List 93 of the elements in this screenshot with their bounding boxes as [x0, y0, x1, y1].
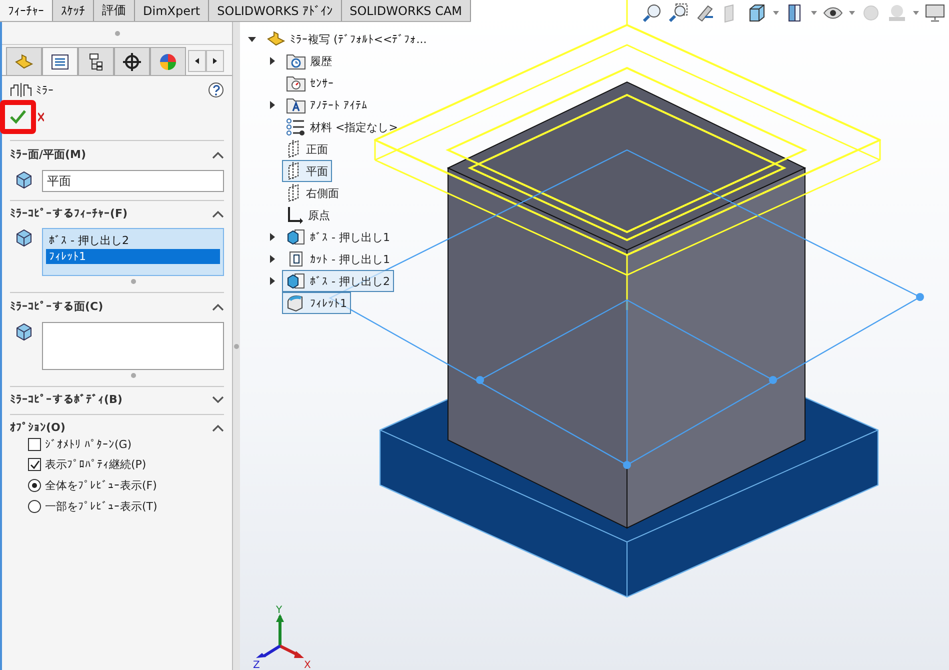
tree-item[interactable]: 平面 — [282, 160, 332, 182]
tree-item[interactable]: ｶｯﾄ - 押し出し1 — [282, 248, 394, 270]
z-axis-arrow — [256, 644, 281, 658]
tree-item[interactable]: 材料 <指定なし> — [282, 116, 402, 138]
tree-item[interactable]: 原点 — [282, 204, 334, 226]
right-arrow-icon — [213, 58, 217, 64]
zoom-area-icon[interactable] — [669, 2, 689, 22]
tree-item[interactable]: 履歴 — [282, 50, 336, 72]
collapse-chevron-icon[interactable] — [212, 210, 224, 218]
flashlight-icon[interactable] — [695, 2, 715, 22]
cancel-icon[interactable] — [38, 112, 44, 122]
scroll-right-button[interactable] — [206, 50, 224, 72]
expand-arrow-icon[interactable] — [268, 277, 276, 285]
face-cube-icon — [14, 170, 34, 190]
annotation-folder-icon — [286, 96, 306, 114]
z-axis-label: Z — [253, 660, 260, 670]
section-title[interactable]: ﾐﾗｰｺﾋﾟｰするﾎﾞﾃﾞｨ(B) — [10, 393, 122, 406]
history-folder-icon — [286, 52, 306, 70]
selection-list-box[interactable]: ﾎﾞｽ - 押し出し2 ﾌｨﾚｯﾄ1 — [42, 228, 224, 276]
tree-item[interactable]: 右側面 — [282, 182, 343, 204]
panel-tab[interactable] — [78, 47, 114, 75]
tree-item[interactable]: 正面 — [282, 138, 332, 160]
part-icon — [14, 52, 34, 70]
collapse-chevron-icon[interactable] — [212, 150, 224, 158]
panel-tab[interactable] — [42, 47, 78, 75]
section-title[interactable]: ﾐﾗｰｺﾋﾟｰするﾌｨｰﾁｬｰ(F) — [10, 207, 128, 220]
section-title[interactable]: ﾐﾗｰｺﾋﾟｰする面(C) — [10, 299, 104, 314]
help-icon[interactable] — [208, 82, 224, 98]
command-tab[interactable]: SOLIDWORKS CAM — [342, 0, 472, 21]
tree-item[interactable]: ﾎﾞｽ - 押し出し1 — [282, 226, 394, 248]
y-axis-label: Y — [276, 605, 282, 616]
mirror-icon — [10, 83, 32, 97]
check-icon — [10, 110, 26, 124]
splitter-handle[interactable] — [234, 344, 240, 348]
list-item[interactable]: ﾎﾞｽ - 押し出し2 — [46, 232, 220, 249]
caret-icon[interactable] — [913, 10, 919, 14]
splitter-handle[interactable] — [114, 30, 120, 36]
check-mark-icon — [30, 460, 40, 470]
y-axis-arrow — [276, 614, 284, 646]
x-axis-arrow — [279, 644, 304, 658]
radio-option[interactable]: 一部をﾌﾟﾚﾋﾞｭｰ表示(T) — [10, 495, 224, 516]
face-cube-icon — [14, 322, 34, 342]
expand-arrow-icon[interactable] — [268, 57, 276, 65]
left-arrow-icon — [195, 58, 199, 64]
panel-tab[interactable] — [114, 47, 150, 75]
radio-option[interactable]: 全体をﾌﾟﾚﾋﾞｭｰ表示(F) — [10, 474, 224, 495]
resize-grip-icon[interactable] — [130, 279, 136, 284]
expand-arrow-icon[interactable] — [268, 233, 276, 241]
selection-list-box[interactable] — [42, 322, 224, 370]
material-list-icon — [286, 118, 306, 136]
caret-icon[interactable] — [811, 10, 817, 14]
collapse-arrow-icon[interactable] — [248, 35, 256, 43]
ok-button[interactable] — [0, 100, 36, 134]
tree-item[interactable]: ｾﾝｻｰ — [282, 72, 338, 94]
command-tab[interactable]: SOLIDWORKS ｱﾄﾞｲﾝ — [209, 0, 342, 21]
list-item[interactable]: ﾌｨﾚｯﾄ1 — [46, 249, 220, 264]
tree-structure-icon — [87, 52, 105, 70]
feature-title: ﾐﾗｰ — [36, 84, 54, 96]
section-title[interactable]: ﾐﾗｰ面/平面(M) — [10, 147, 86, 162]
collapse-chevron-icon[interactable] — [212, 424, 224, 432]
crosshair-icon — [123, 52, 141, 70]
color-ball-icon — [159, 52, 177, 70]
expand-chevron-icon[interactable] — [212, 396, 224, 404]
expand-arrow-icon[interactable] — [268, 101, 276, 109]
checkbox-option[interactable]: ｼﾞｵﾒﾄﾘ ﾊﾟﾀｰﾝ(G) — [10, 434, 224, 453]
extrude-boss-icon — [286, 272, 306, 290]
x-axis-label: X — [304, 660, 311, 670]
checkbox-option[interactable]: 表示ﾌﾟﾛﾊﾟﾃｨ継続(P) — [10, 453, 224, 474]
part-icon — [266, 30, 286, 48]
expand-arrow-icon[interactable] — [268, 255, 276, 263]
caret-icon[interactable] — [773, 10, 779, 14]
scroll-left-button[interactable] — [188, 50, 206, 72]
extrude-boss-icon — [286, 228, 306, 246]
command-tab[interactable]: 評価 — [94, 0, 135, 21]
command-tab[interactable]: DimXpert — [135, 0, 210, 21]
tree-item[interactable]: ﾎﾞｽ - 押し出し2 — [282, 270, 394, 292]
resize-grip-icon[interactable] — [130, 373, 136, 378]
collapse-chevron-icon[interactable] — [212, 302, 224, 310]
command-tab[interactable]: ｽｹｯﾁ — [53, 0, 94, 21]
gauge-folder-icon — [286, 74, 306, 92]
monitor-icon[interactable] — [925, 2, 945, 22]
section-title[interactable]: ｵﾌﾟｼｮﾝ(O) — [10, 421, 66, 434]
origin-axes-icon — [286, 206, 304, 224]
view-orientation-icon[interactable] — [747, 2, 767, 22]
command-tab[interactable]: ﾌｨｰﾁｬｰ — [0, 0, 53, 21]
tree-item[interactable]: ｱﾉﾃｰﾄ ｱｲﾃﾑ — [282, 94, 372, 116]
plane-field[interactable]: 平面 — [42, 170, 224, 192]
tree-item[interactable]: ﾌｨﾚｯﾄ1 — [282, 292, 351, 314]
list-icon — [51, 54, 69, 70]
caret-icon[interactable] — [849, 10, 855, 14]
features-cube-icon — [14, 228, 34, 248]
tree-root-item[interactable]: ﾐﾗｰ複写 (ﾃﾞﾌｫﾙﾄ<<ﾃﾞﾌｫ... — [262, 28, 431, 50]
zoom-to-fit-icon[interactable] — [643, 2, 663, 22]
